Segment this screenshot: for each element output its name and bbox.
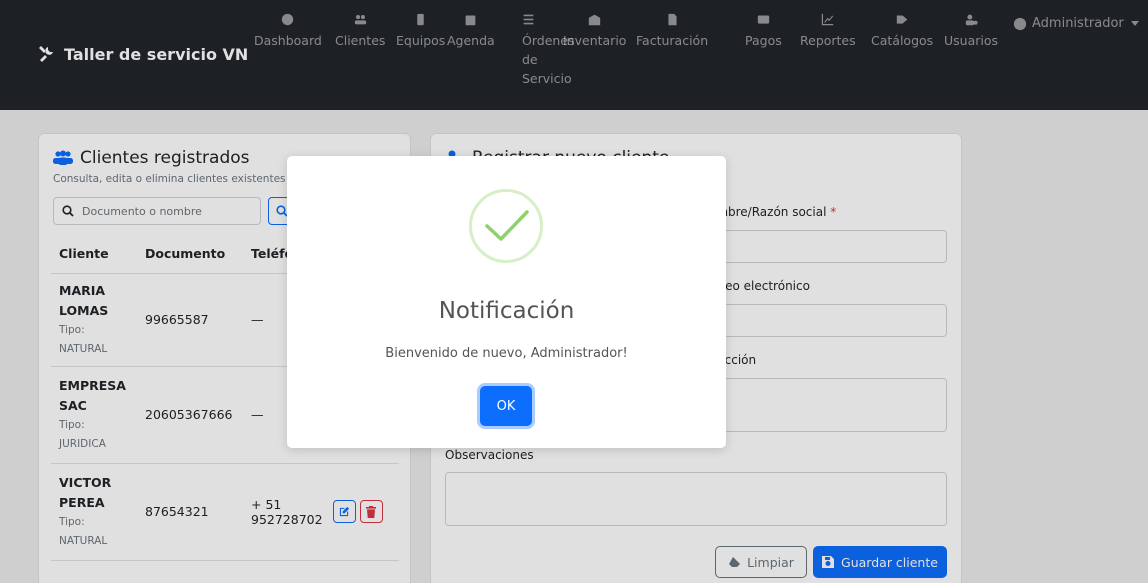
ok-button[interactable]: OK — [480, 386, 532, 426]
notification-dialog: Notificación Bienvenido de nuevo, Admini… — [287, 156, 726, 448]
dialog-message: Bienvenido de nuevo, Administrador! — [385, 346, 628, 361]
dialog-title: Notificación — [438, 298, 575, 324]
success-check-icon — [469, 189, 543, 263]
